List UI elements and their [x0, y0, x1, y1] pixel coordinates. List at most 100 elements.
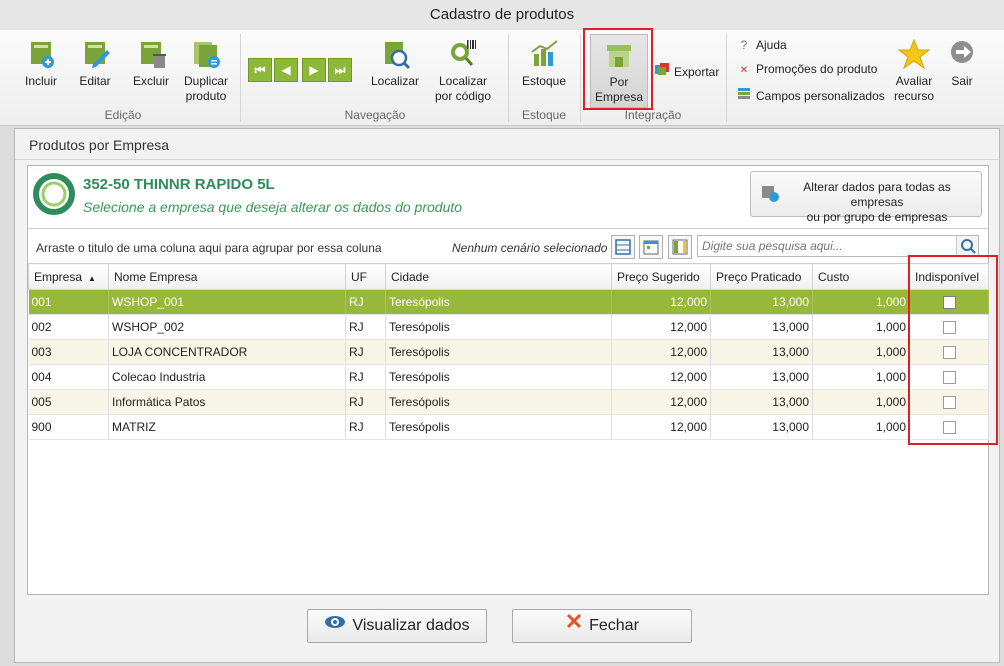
- next-record-button[interactable]: ▶: [302, 58, 326, 82]
- product-logo-icon: [32, 172, 76, 216]
- table-row[interactable]: 004 Colecao Industria RJ Teresópolis 12,…: [28, 364, 989, 390]
- duplicar-produto-button[interactable]: Duplicar produto: [178, 34, 234, 104]
- visualizar-dados-button[interactable]: Visualizar dados: [307, 609, 487, 643]
- promotion-icon: ✕: [739, 65, 749, 76]
- editar-button[interactable]: Editar: [72, 34, 118, 89]
- excluir-button[interactable]: Excluir: [126, 34, 176, 89]
- column-header-preco-sugerido[interactable]: Preço Sugerido: [611, 263, 711, 290]
- estoque-label: Estoque: [521, 74, 567, 88]
- group-separator: [240, 34, 241, 122]
- first-record-button[interactable]: ⏮: [248, 58, 272, 82]
- cell-preco-praticado: 13,000: [710, 389, 813, 415]
- incluir-label: Incluir: [24, 74, 57, 88]
- cell-uf: RJ: [345, 364, 386, 390]
- cell-empresa: 003: [28, 339, 109, 365]
- cell-custo: 1,000: [812, 389, 910, 415]
- highlight-indisponivel-column: [908, 255, 998, 445]
- export-icon: [654, 62, 670, 79]
- table-row[interactable]: 002 WSHOP_002 RJ Teresópolis 12,000 13,0…: [28, 314, 989, 340]
- column-header-uf[interactable]: UF: [345, 263, 386, 290]
- search-input[interactable]: [698, 236, 956, 256]
- produtos-por-empresa-panel: Produtos por Empresa 352-50 THINNR RAPID…: [14, 128, 1000, 663]
- star-icon: [897, 38, 931, 70]
- cell-empresa: 900: [28, 414, 109, 440]
- grid-layout-icon[interactable]: [611, 235, 635, 259]
- cell-preco-praticado: 13,000: [710, 364, 813, 390]
- localizar-codigo-label-2: por código: [434, 89, 492, 103]
- visualizar-label: Visualizar dados: [352, 617, 470, 635]
- cell-nome-empresa: Colecao Industria: [108, 364, 346, 390]
- table-row[interactable]: 003 LOJA CONCENTRADOR RJ Teresópolis 12,…: [28, 339, 989, 365]
- calendar-icon[interactable]: [639, 235, 663, 259]
- sair-label: Sair: [951, 74, 973, 88]
- cell-empresa: 005: [28, 389, 109, 415]
- column-header-empresa[interactable]: Empresa ▲: [28, 263, 109, 290]
- table-row[interactable]: 900 MATRIZ RJ Teresópolis 12,000 13,000 …: [28, 414, 989, 440]
- column-header-cidade[interactable]: Cidade: [385, 263, 612, 290]
- table-row[interactable]: 005 Informática Patos RJ Teresópolis 12,…: [28, 389, 989, 415]
- cell-empresa: 002: [28, 314, 109, 340]
- group-by-hint: Arraste o titulo de uma coluna aqui para…: [36, 241, 382, 255]
- search-button[interactable]: [956, 236, 978, 256]
- duplicar-label-1: Duplicar: [183, 74, 228, 88]
- cell-uf: RJ: [345, 389, 386, 415]
- company-edit-icon: [761, 184, 779, 202]
- editar-label: Editar: [79, 74, 111, 88]
- estoque-button[interactable]: Estoque: [516, 34, 572, 89]
- incluir-button[interactable]: Incluir: [18, 34, 64, 89]
- duplicar-label-2: produto: [185, 89, 227, 103]
- ajuda-button[interactable]: ? Ajuda: [736, 38, 787, 52]
- panel-title: Produtos por Empresa: [29, 137, 170, 153]
- group-label-navegacao: Navegação: [344, 108, 406, 122]
- highlight-por-empresa: [583, 28, 653, 110]
- cell-nome-empresa: Informática Patos: [108, 389, 346, 415]
- cell-cidade: Teresópolis: [385, 414, 612, 440]
- localizar-codigo-label-1: Localizar: [438, 74, 488, 88]
- group-label-estoque: Estoque: [521, 108, 567, 122]
- sair-button[interactable]: Sair: [944, 34, 980, 89]
- cell-empresa: 004: [28, 364, 109, 390]
- promocoes-produto-button[interactable]: ✕ Promoções do produto: [736, 62, 878, 76]
- cell-preco-sugerido: 12,000: [611, 339, 711, 365]
- window-title: Cadastro de produtos: [0, 0, 1004, 30]
- divider: [15, 159, 999, 160]
- cell-nome-empresa: LOJA CONCENTRADOR: [108, 339, 346, 365]
- cell-custo: 1,000: [812, 314, 910, 340]
- ribbon-toolbar: Incluir Editar Excluir Duplicar produto …: [0, 28, 1004, 126]
- companies-grid: Arraste o titulo de uma coluna aqui para…: [28, 228, 998, 594]
- alterar-dados-todas-empresas-button[interactable]: Alterar dados para todas as empresas ou …: [750, 171, 982, 224]
- fechar-button[interactable]: Fechar: [512, 609, 692, 643]
- column-header-custo[interactable]: Custo: [812, 263, 910, 290]
- column-header-label: Empresa: [34, 269, 83, 284]
- table-row[interactable]: 001 WSHOP_001 RJ Teresópolis 12,000 13,0…: [28, 289, 989, 315]
- cell-preco-sugerido: 12,000: [611, 389, 711, 415]
- column-header-preco-praticado[interactable]: Preço Praticado: [710, 263, 813, 290]
- trash-icon: [135, 38, 167, 70]
- cell-custo: 1,000: [812, 414, 910, 440]
- column-header-nome-empresa[interactable]: Nome Empresa: [108, 263, 346, 290]
- cell-cidade: Teresópolis: [385, 389, 612, 415]
- localizar-por-codigo-button[interactable]: Localizar por código: [430, 34, 496, 104]
- search-icon: [961, 239, 976, 254]
- search-box[interactable]: [697, 235, 979, 257]
- product-company-content: 352-50 THINNR RAPIDO 5L Selecione a empr…: [27, 165, 998, 595]
- exportar-button[interactable]: Exportar: [654, 62, 719, 79]
- previous-record-button[interactable]: ◀: [274, 58, 298, 82]
- campos-personalizados-button[interactable]: Campos personalizados: [736, 86, 885, 103]
- avaliar-label-1: Avaliar: [895, 74, 933, 88]
- avaliar-recurso-button[interactable]: Avaliar recurso: [888, 34, 940, 104]
- cell-uf: RJ: [345, 339, 386, 365]
- columns-icon[interactable]: [668, 235, 692, 259]
- sort-ascending-icon: ▲: [88, 273, 96, 283]
- avaliar-label-2: recurso: [893, 89, 934, 103]
- cell-nome-empresa: WSHOP_001: [108, 289, 346, 315]
- fechar-label: Fechar: [589, 617, 639, 635]
- product-subtitle: Selecione a empresa que deseja alterar o…: [83, 199, 463, 215]
- last-record-button[interactable]: ⏭: [328, 58, 352, 82]
- cell-custo: 1,000: [812, 364, 910, 390]
- localizar-button[interactable]: Localizar: [366, 34, 424, 89]
- cell-nome-empresa: WSHOP_002: [108, 314, 346, 340]
- companies-table: Empresa ▲ Nome Empresa UF Cidade Preço Su…: [28, 263, 989, 440]
- group-label-integracao: Integração: [624, 108, 682, 122]
- cell-preco-sugerido: 12,000: [611, 414, 711, 440]
